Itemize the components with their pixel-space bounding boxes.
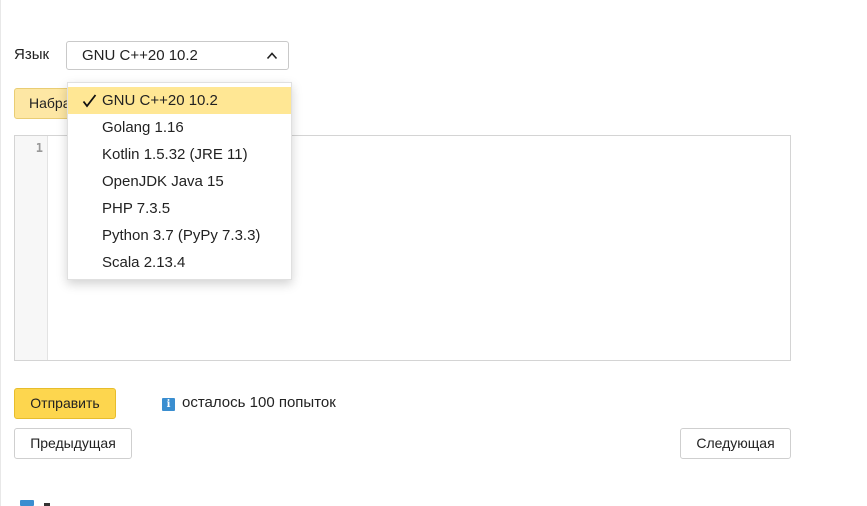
language-label: Язык xyxy=(14,46,50,63)
send-button-label: Отправить xyxy=(30,395,100,411)
submission-page: Язык GNU C++20 10.2 Набрать здесь 1 GNU … xyxy=(0,0,867,506)
previous-button[interactable]: Предыдущая xyxy=(14,428,132,459)
attempts-text: осталось 100 попыток xyxy=(182,394,336,411)
send-button[interactable]: Отправить xyxy=(14,388,116,419)
language-option-label: Scala 2.13.4 xyxy=(102,254,186,271)
language-option-label: Kotlin 1.5.32 (JRE 11) xyxy=(102,146,248,163)
line-number: 1 xyxy=(35,141,43,155)
language-option[interactable]: GNU C++20 10.2 xyxy=(68,87,291,114)
chevron-up-icon xyxy=(266,52,278,60)
checkbox-icon[interactable] xyxy=(20,500,34,506)
language-option[interactable]: OpenJDK Java 15 xyxy=(68,168,291,195)
left-divider xyxy=(0,0,1,506)
language-option[interactable]: Scala 2.13.4 xyxy=(68,249,291,276)
language-option-label: Golang 1.16 xyxy=(102,119,184,136)
editor-gutter: 1 xyxy=(15,136,48,360)
language-option[interactable]: PHP 7.3.5 xyxy=(68,195,291,222)
language-option-label: PHP 7.3.5 xyxy=(102,200,171,217)
info-icon: i xyxy=(162,398,175,411)
language-option[interactable]: Golang 1.16 xyxy=(68,114,291,141)
language-option-label: OpenJDK Java 15 xyxy=(102,173,224,190)
attempts-info: i осталось 100 попыток xyxy=(162,395,336,411)
language-option-label: Python 3.7 (PyPy 7.3.3) xyxy=(102,227,261,244)
language-select-value: GNU C++20 10.2 xyxy=(82,47,198,64)
previous-button-label: Предыдущая xyxy=(30,435,116,451)
language-select[interactable]: GNU C++20 10.2 xyxy=(66,41,289,70)
language-dropdown: GNU C++20 10.2 Golang 1.16 Kotlin 1.5.32… xyxy=(67,82,292,280)
language-option[interactable]: Python 3.7 (PyPy 7.3.3) xyxy=(68,222,291,249)
next-button-label: Следующая xyxy=(696,435,775,451)
language-option-label: GNU C++20 10.2 xyxy=(102,92,218,109)
checkmark-icon xyxy=(82,94,97,108)
language-option[interactable]: Kotlin 1.5.32 (JRE 11) xyxy=(68,141,291,168)
next-button[interactable]: Следующая xyxy=(680,428,791,459)
